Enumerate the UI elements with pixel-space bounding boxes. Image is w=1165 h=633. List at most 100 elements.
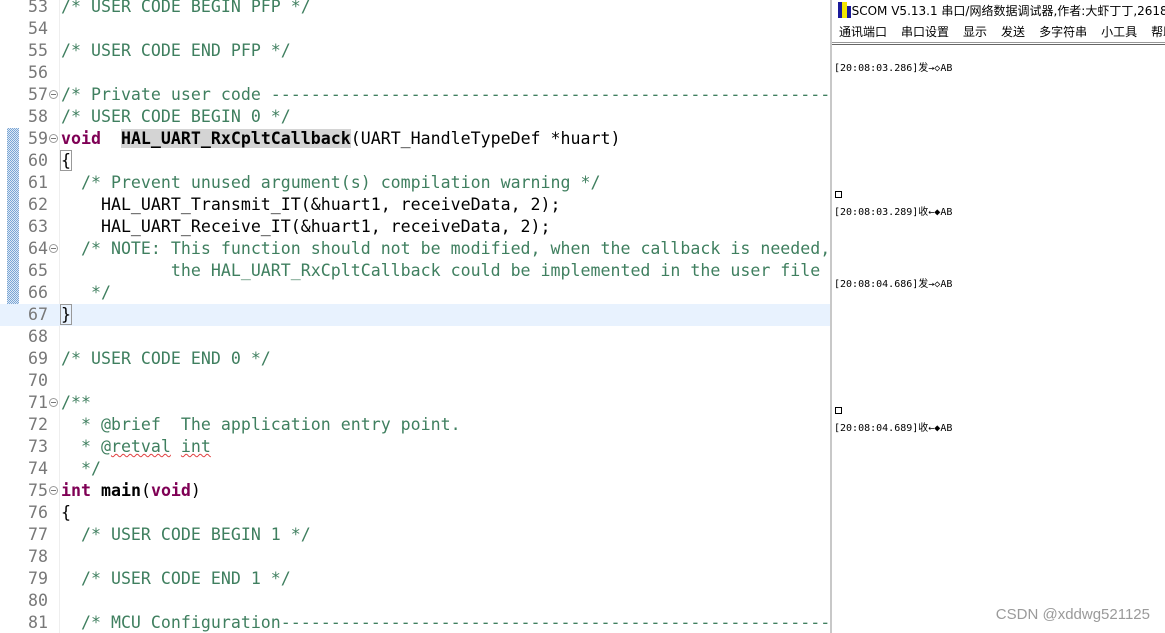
- code-line[interactable]: 71 /**: [0, 392, 830, 414]
- line-number: 58: [28, 107, 48, 126]
- code-text: /* NOTE: This function should not be mod…: [61, 238, 830, 260]
- code-text: /* USER CODE END PFP */: [61, 40, 291, 62]
- code-token: /* Prevent unused argument(s) compilatio…: [80, 173, 601, 192]
- code-line[interactable]: 68: [0, 326, 830, 348]
- code-line[interactable]: 62 HAL_UART_Transmit_IT(&huart1, receive…: [0, 194, 830, 216]
- line-number: 55: [28, 41, 48, 60]
- line-number: 65: [28, 261, 48, 280]
- code-line[interactable]: 60 {: [0, 150, 830, 172]
- code-line[interactable]: 76 {: [0, 502, 830, 524]
- line-number: 69: [28, 349, 48, 368]
- code-token: }: [60, 304, 72, 325]
- code-token: /**: [61, 393, 91, 412]
- code-line[interactable]: 53 /* USER CODE BEGIN PFP */: [0, 0, 830, 18]
- code-text: /* USER CODE BEGIN 0 */: [61, 106, 291, 128]
- code-line[interactable]: 69 /* USER CODE END 0 */: [0, 348, 830, 370]
- code-line[interactable]: 75 int main(void): [0, 480, 830, 502]
- code-text: HAL_UART_Receive_IT(&huart1, receiveData…: [61, 216, 551, 238]
- code-line[interactable]: 74 */: [0, 458, 830, 480]
- line-number: 79: [28, 569, 48, 588]
- line-number: 53: [28, 0, 48, 16]
- code-line[interactable]: 81 /* MCU Configuration-----------------…: [0, 612, 830, 633]
- receive-log[interactable]: [20:08:03.286]发→◇AB [20:08:03.289]收←◆AB [2…: [832, 44, 1165, 633]
- code-line[interactable]: 61 /* Prevent unused argument(s) compila…: [0, 172, 830, 194]
- menu-item[interactable]: 多字符串: [1032, 23, 1094, 40]
- code-line[interactable]: 65 the HAL_UART_RxCpltCallback could be …: [0, 260, 830, 282]
- line-number: 78: [28, 547, 48, 566]
- menu-bar: 通讯端口串口设置显示发送多字符串小工具帮助: [832, 20, 1165, 43]
- line-number: 76: [28, 503, 48, 522]
- line-number: 57: [28, 85, 48, 104]
- code-token: void: [150, 481, 191, 500]
- code-text: /* USER CODE BEGIN 1 */: [61, 524, 311, 546]
- code-text: */: [61, 282, 111, 304]
- fold-toggle-icon[interactable]: [49, 134, 58, 143]
- line-number: 54: [28, 19, 48, 38]
- menu-item[interactable]: 发送: [994, 23, 1032, 40]
- code-line[interactable]: 66 */: [0, 282, 830, 304]
- code-line[interactable]: 58 /* USER CODE BEGIN 0 */: [0, 106, 830, 128]
- code-line[interactable]: 72 * @brief The application entry point.: [0, 414, 830, 436]
- fold-toggle-icon[interactable]: [49, 486, 58, 495]
- fold-toggle-icon[interactable]: [49, 244, 58, 253]
- log-entry: [20:08:03.286]发→◇AB: [834, 63, 953, 74]
- code-text: /* Prevent unused argument(s) compilatio…: [61, 172, 601, 194]
- code-token: * @: [61, 437, 111, 456]
- code-line[interactable]: 57 /* Private user code -----------------…: [0, 84, 830, 106]
- line-number: 71: [28, 393, 48, 412]
- code-text: the HAL_UART_RxCpltCallback could be imp…: [61, 260, 820, 282]
- code-line[interactable]: 77 /* USER CODE BEGIN 1 */: [0, 524, 830, 546]
- code-token: retval: [110, 437, 171, 456]
- code-line[interactable]: 59 void HAL_UART_RxCpltCallback(UART_Hand…: [0, 128, 830, 150]
- code-token: */: [61, 283, 111, 302]
- code-line[interactable]: 63 HAL_UART_Receive_IT(&huart1, receiveD…: [0, 216, 830, 238]
- code-line[interactable]: 70: [0, 370, 830, 392]
- code-text: int main(void): [61, 480, 201, 502]
- code-token: {: [61, 503, 71, 522]
- code-line[interactable]: 54: [0, 18, 830, 40]
- unprintable-char-box: [835, 407, 842, 414]
- line-number: 70: [28, 371, 48, 390]
- code-line[interactable]: 79 /* USER CODE END 1 */: [0, 568, 830, 590]
- menu-item[interactable]: 串口设置: [894, 23, 956, 40]
- menu-item[interactable]: 通讯端口: [832, 23, 894, 40]
- code-token: main: [100, 481, 141, 500]
- line-number: 62: [28, 195, 48, 214]
- fold-toggle-icon[interactable]: [49, 398, 58, 407]
- code-token: /* USER CODE END 0 */: [61, 349, 271, 368]
- line-number: 68: [28, 327, 48, 346]
- code-line[interactable]: 64 /* NOTE: This function should not be …: [0, 238, 830, 260]
- code-line[interactable]: 73 * @retval int: [0, 436, 830, 458]
- code-token: /* USER CODE BEGIN PFP */: [61, 0, 311, 16]
- line-number: 81: [28, 613, 48, 632]
- menu-item[interactable]: 帮助: [1144, 23, 1165, 40]
- code-token: int: [61, 481, 91, 500]
- line-number: 60: [28, 151, 48, 170]
- fold-toggle-icon[interactable]: [49, 90, 58, 99]
- code-editor[interactable]: 53 /* USER CODE BEGIN PFP */ 54 55 /* USER C…: [0, 0, 830, 633]
- unprintable-char-box: [835, 191, 842, 198]
- line-number: 63: [28, 217, 48, 236]
- code-token: the HAL_UART_RxCpltCallback could be imp…: [61, 261, 821, 280]
- line-number: 73: [28, 437, 48, 456]
- menu-item[interactable]: 显示: [956, 23, 994, 40]
- code-token: /* Private user code -------------------…: [61, 85, 830, 104]
- code-text: /* USER CODE END 0 */: [61, 348, 271, 370]
- window-title: SSCOM V5.13.1 串口/网络数据调试器,作者:大虾丁丁,2618058…: [844, 3, 1165, 18]
- code-text: void HAL_UART_RxCpltCallback(UART_Handle…: [61, 128, 620, 150]
- line-number: 74: [28, 459, 48, 478]
- code-line[interactable]: 56: [0, 62, 830, 84]
- code-text: /* USER CODE END 1 */: [61, 568, 291, 590]
- code-line[interactable]: 67}: [0, 304, 830, 326]
- code-line[interactable]: 80: [0, 590, 830, 612]
- menu-item[interactable]: 小工具: [1094, 23, 1144, 40]
- code-line[interactable]: 78: [0, 546, 830, 568]
- line-number: 61: [28, 173, 48, 192]
- line-number: 80: [28, 591, 48, 610]
- code-line[interactable]: 55 /* USER CODE END PFP */: [0, 40, 830, 62]
- code-text: }: [60, 304, 72, 326]
